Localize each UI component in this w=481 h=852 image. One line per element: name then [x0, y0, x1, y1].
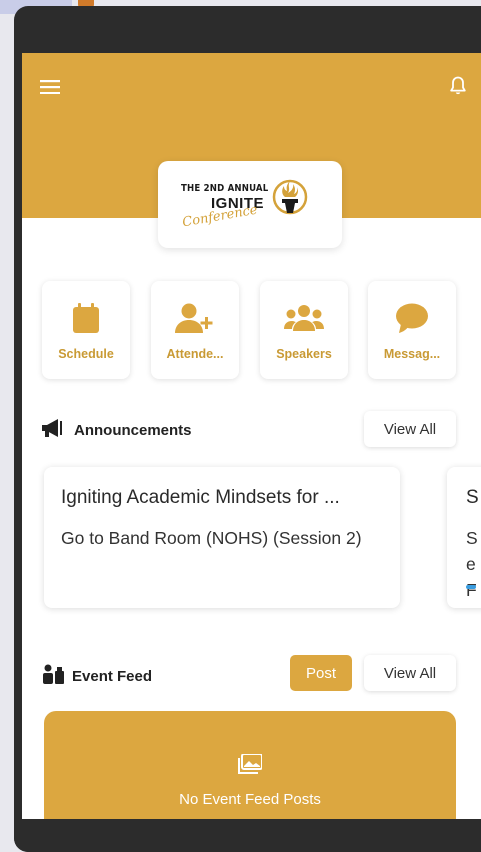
phone-frame: THE 2ND ANNUAL IGNITE Conference Schedul…: [14, 6, 481, 852]
announcements-title: Announcements: [74, 422, 192, 439]
announcement-subtitle: Go to Band Room (NOHS) (Session 2): [61, 528, 362, 548]
megaphone-icon: [42, 419, 66, 442]
torch-icon: [271, 177, 309, 222]
event-feed-view-all-button[interactable]: View All: [364, 655, 456, 691]
photo-gallery-icon: [238, 753, 263, 779]
tile-label: Messag...: [383, 347, 441, 361]
tile-schedule[interactable]: Schedule: [42, 281, 130, 379]
announcements-header: Announcements: [42, 419, 192, 442]
announcement-subtitle: Se Fl: [466, 528, 478, 608]
announcement-title: S: [466, 487, 479, 508]
logo-line1: THE 2ND ANNUAL: [181, 183, 269, 194]
announcement-link-snippet: [466, 585, 476, 589]
people-group-icon: [284, 303, 324, 333]
tile-label: Attende...: [166, 347, 224, 361]
post-button[interactable]: Post: [290, 655, 352, 691]
announcement-card[interactable]: Igniting Academic Mindsets for ... Go to…: [44, 467, 400, 608]
bell-icon[interactable]: [442, 69, 474, 103]
tile-attendees[interactable]: Attende...: [151, 281, 239, 379]
tile-label: Schedule: [58, 347, 114, 361]
event-feed-empty-card: No Event Feed Posts: [44, 711, 456, 819]
tile-label: Speakers: [276, 347, 332, 361]
app-screen: THE 2ND ANNUAL IGNITE Conference Schedul…: [22, 53, 481, 819]
add-person-icon: [175, 303, 215, 333]
announcement-card[interactable]: S Se Fl: [447, 467, 481, 608]
announcements-view-all-button[interactable]: View All: [364, 411, 456, 447]
calendar-icon: [73, 303, 99, 333]
tile-messages[interactable]: Messag...: [368, 281, 456, 379]
empty-feed-message: No Event Feed Posts: [179, 791, 321, 808]
tile-speakers[interactable]: Speakers: [260, 281, 348, 379]
conference-logo-card: THE 2ND ANNUAL IGNITE Conference: [158, 161, 342, 248]
chat-bubble-icon: [395, 303, 429, 333]
event-feed-title: Event Feed: [72, 668, 153, 685]
feed-people-icon: [42, 664, 64, 689]
bottom-frame-bar: [14, 819, 481, 852]
announcement-title: Igniting Academic Mindsets for ...: [61, 487, 340, 508]
event-feed-header: Event Feed: [42, 664, 152, 689]
quick-actions: Schedule Attende... Speakers Messag...: [22, 281, 481, 381]
hamburger-menu-icon[interactable]: [34, 71, 66, 103]
